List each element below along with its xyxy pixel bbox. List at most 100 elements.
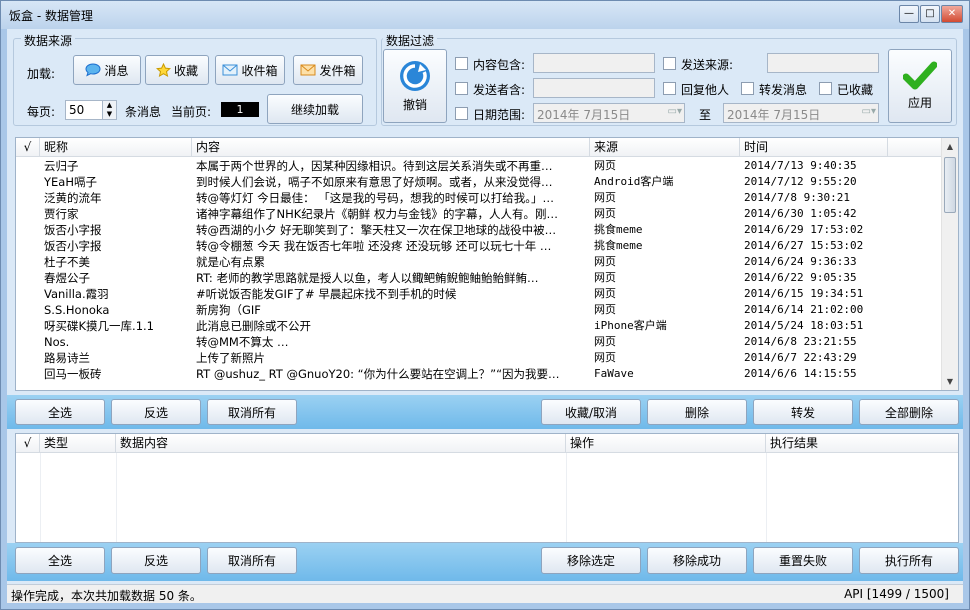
favorited-checkbox[interactable]: [819, 82, 832, 95]
date-from-picker[interactable]: 2014年 7月15日 ▭▾: [533, 103, 685, 123]
load-inbox-button[interactable]: 收件箱: [215, 55, 285, 85]
per-page-input[interactable]: 50 ▲ ▼: [65, 100, 117, 120]
title-bar[interactable]: 饭盒 - 数据管理 — □ ✕: [1, 1, 969, 29]
row-source: 挑食meme: [594, 239, 643, 252]
load-messages-button[interactable]: 消息: [73, 55, 141, 85]
maximize-button[interactable]: □: [920, 5, 940, 23]
select-all-tasks-button[interactable]: 全选: [15, 547, 105, 574]
table-row[interactable]: 回马一板砖 RT @ushuz_ RT @GnuoY20: “你为什么要站在空调上…: [16, 366, 888, 382]
row-check-cell[interactable]: [16, 174, 40, 190]
continue-load-button[interactable]: 继续加载: [267, 94, 363, 124]
column-type[interactable]: 类型: [40, 434, 116, 452]
send-source-input[interactable]: [767, 53, 879, 73]
load-favorites-button[interactable]: 收藏: [145, 55, 209, 85]
row-check-cell[interactable]: [16, 302, 40, 318]
table-row[interactable]: 路易诗兰 上传了新照片 网页 2014/6/7 22:43:29: [16, 350, 888, 366]
invert-messages-button[interactable]: 反选: [111, 399, 201, 425]
column-operation[interactable]: 操作: [566, 434, 766, 452]
date-to-picker[interactable]: 2014年 7月15日 ▭▾: [723, 103, 879, 123]
window-title: 饭盒 - 数据管理: [9, 9, 93, 23]
scroll-down-icon[interactable]: ▼: [942, 373, 958, 390]
repost-label: 转发消息: [759, 83, 808, 97]
scrollbar-thumb[interactable]: [944, 157, 956, 213]
date-range-checkbox[interactable]: [455, 107, 468, 120]
content-contains-input[interactable]: [533, 53, 655, 73]
table-row[interactable]: 杜子不美 就是心有点累 网页 2014/6/24 9:36:33: [16, 254, 888, 270]
delete-button[interactable]: 删除: [647, 399, 747, 425]
table-row[interactable]: 呀买碟K摸几一库.1.1 此消息已删除或不公开 iPhone客户端 2014/5/24…: [16, 318, 888, 334]
column-time[interactable]: 时间: [740, 138, 888, 156]
row-content: 新房狗（GIF: [196, 303, 261, 317]
deselect-all-tasks-button[interactable]: 取消所有: [207, 547, 297, 574]
remove-success-button[interactable]: 移除成功: [647, 547, 747, 574]
row-source: FaWave: [594, 367, 634, 380]
select-all-messages-button[interactable]: 全选: [15, 399, 105, 425]
minimize-button[interactable]: —: [899, 5, 919, 23]
row-check-cell[interactable]: [16, 254, 40, 270]
load-outbox-button[interactable]: 发件箱: [293, 55, 363, 85]
table-row[interactable]: 云归子 本属于两个世界的人，因某种因缘相识。待到这层关系消失或不再重… 网页 2014…: [16, 158, 888, 174]
row-content: 此消息已删除或不公开: [196, 319, 311, 333]
sender-contains-checkbox[interactable]: [455, 82, 468, 95]
column-data-content[interactable]: 数据内容: [116, 434, 566, 452]
table-row[interactable]: YEaH嗝子 到时候人们会说，嗝子不如原来有意思了好烦啊。或者，从来没觉得… And…: [16, 174, 888, 190]
row-nickname: 泛黄的流年: [44, 191, 102, 205]
table-row[interactable]: Nos. 转@MM不算太 … 网页 2014/6/8 23:21:55: [16, 334, 888, 350]
tasks-table: √ 类型 数据内容 操作 执行结果: [15, 433, 959, 543]
remove-selected-button[interactable]: 移除选定: [541, 547, 641, 574]
repost-button[interactable]: 转发: [753, 399, 853, 425]
table-row[interactable]: 饭否小字报 转@西湖的小夕 好无聊笑到了：擎天柱又一次在保卫地球的战役中被… 挑食m…: [16, 222, 888, 238]
messages-table-header: √ 昵称 内容 来源 时间: [16, 138, 942, 157]
table-row[interactable]: 饭否小字报 转@令棚葱 今天 我在饭否七年啦 还没疼 还没玩够 还可以玩七十年 ……: [16, 238, 888, 254]
row-time: 2014/6/24 9:36:33: [744, 255, 857, 268]
column-check[interactable]: √: [16, 138, 40, 156]
row-time: 2014/6/30 1:05:42: [744, 207, 857, 220]
row-check-cell[interactable]: [16, 318, 40, 334]
reply-others-checkbox[interactable]: [663, 82, 676, 95]
column-nickname[interactable]: 昵称: [40, 138, 192, 156]
row-check-cell[interactable]: [16, 270, 40, 286]
column-content[interactable]: 内容: [192, 138, 590, 156]
table-row[interactable]: 贾行家 诸神字幕组作了NHK纪录片《朝鲜 权力与金钱》的字幕，人人有。刚… 网页 20…: [16, 206, 888, 222]
column-check[interactable]: √: [16, 434, 40, 452]
toggle-favorite-button[interactable]: 收藏/取消: [541, 399, 641, 425]
table-row[interactable]: Vanilla.霞羽 #听说饭否能发GIF了# 早晨起床找不到手机的时候 网页 201…: [16, 286, 888, 302]
row-check-cell[interactable]: [16, 190, 40, 206]
invert-tasks-button[interactable]: 反选: [111, 547, 201, 574]
table-row[interactable]: 春煜公子 RT: 老师的教学思路就是授人以鱼，考人以鲰鲃鲔鲵鲍鲉鲐鲐鲜鲔… 网页 20…: [16, 270, 888, 286]
row-nickname: 饭否小字报: [44, 223, 102, 237]
deselect-all-messages-button[interactable]: 取消所有: [207, 399, 297, 425]
reset-failed-button[interactable]: 重置失败: [753, 547, 853, 574]
per-page-spinner[interactable]: ▲ ▼: [102, 101, 116, 119]
delete-all-button[interactable]: 全部删除: [859, 399, 959, 425]
sender-contains-input[interactable]: [533, 78, 655, 98]
send-source-checkbox[interactable]: [663, 57, 676, 70]
row-check-cell[interactable]: [16, 350, 40, 366]
row-check-cell[interactable]: [16, 334, 40, 350]
undo-button[interactable]: 撤销: [383, 49, 447, 123]
column-result[interactable]: 执行结果: [766, 434, 958, 452]
refresh-icon: [400, 61, 430, 91]
scroll-up-icon[interactable]: ▲: [942, 138, 958, 155]
close-button[interactable]: ✕: [941, 5, 963, 23]
messages-scrollbar[interactable]: ▲ ▼: [941, 138, 958, 390]
row-check-cell[interactable]: [16, 366, 40, 382]
row-check-cell[interactable]: [16, 286, 40, 302]
content-contains-checkbox[interactable]: [455, 57, 468, 70]
row-check-cell[interactable]: [16, 206, 40, 222]
table-row[interactable]: S.S.Honoka 新房狗（GIF 网页 2014/6/14 21:02:00: [16, 302, 888, 318]
row-time: 2014/7/13 9:40:35: [744, 159, 857, 172]
calendar-dropdown-icon: ▭▾: [861, 106, 876, 117]
repost-checkbox[interactable]: [741, 82, 754, 95]
apply-button[interactable]: 应用: [888, 49, 952, 123]
row-check-cell[interactable]: [16, 238, 40, 254]
main-window: 饭盒 - 数据管理 — □ ✕ 数据来源 加载: 消息 收藏 收件箱 发件箱 每…: [0, 0, 970, 610]
row-content: 上传了新照片: [196, 351, 265, 365]
row-check-cell[interactable]: [16, 222, 40, 238]
row-check-cell[interactable]: [16, 158, 40, 174]
row-content: 诸神字幕组作了NHK纪录片《朝鲜 权力与金钱》的字幕，人人有。刚…: [196, 207, 558, 221]
execute-all-button[interactable]: 执行所有: [859, 547, 959, 574]
row-source: 网页: [594, 335, 616, 348]
table-row[interactable]: 泛黄的流年 转@等灯灯 今日最佳： 「这是我的号码，想我的时候可以打给我。」… 网页…: [16, 190, 888, 206]
column-source[interactable]: 来源: [590, 138, 740, 156]
